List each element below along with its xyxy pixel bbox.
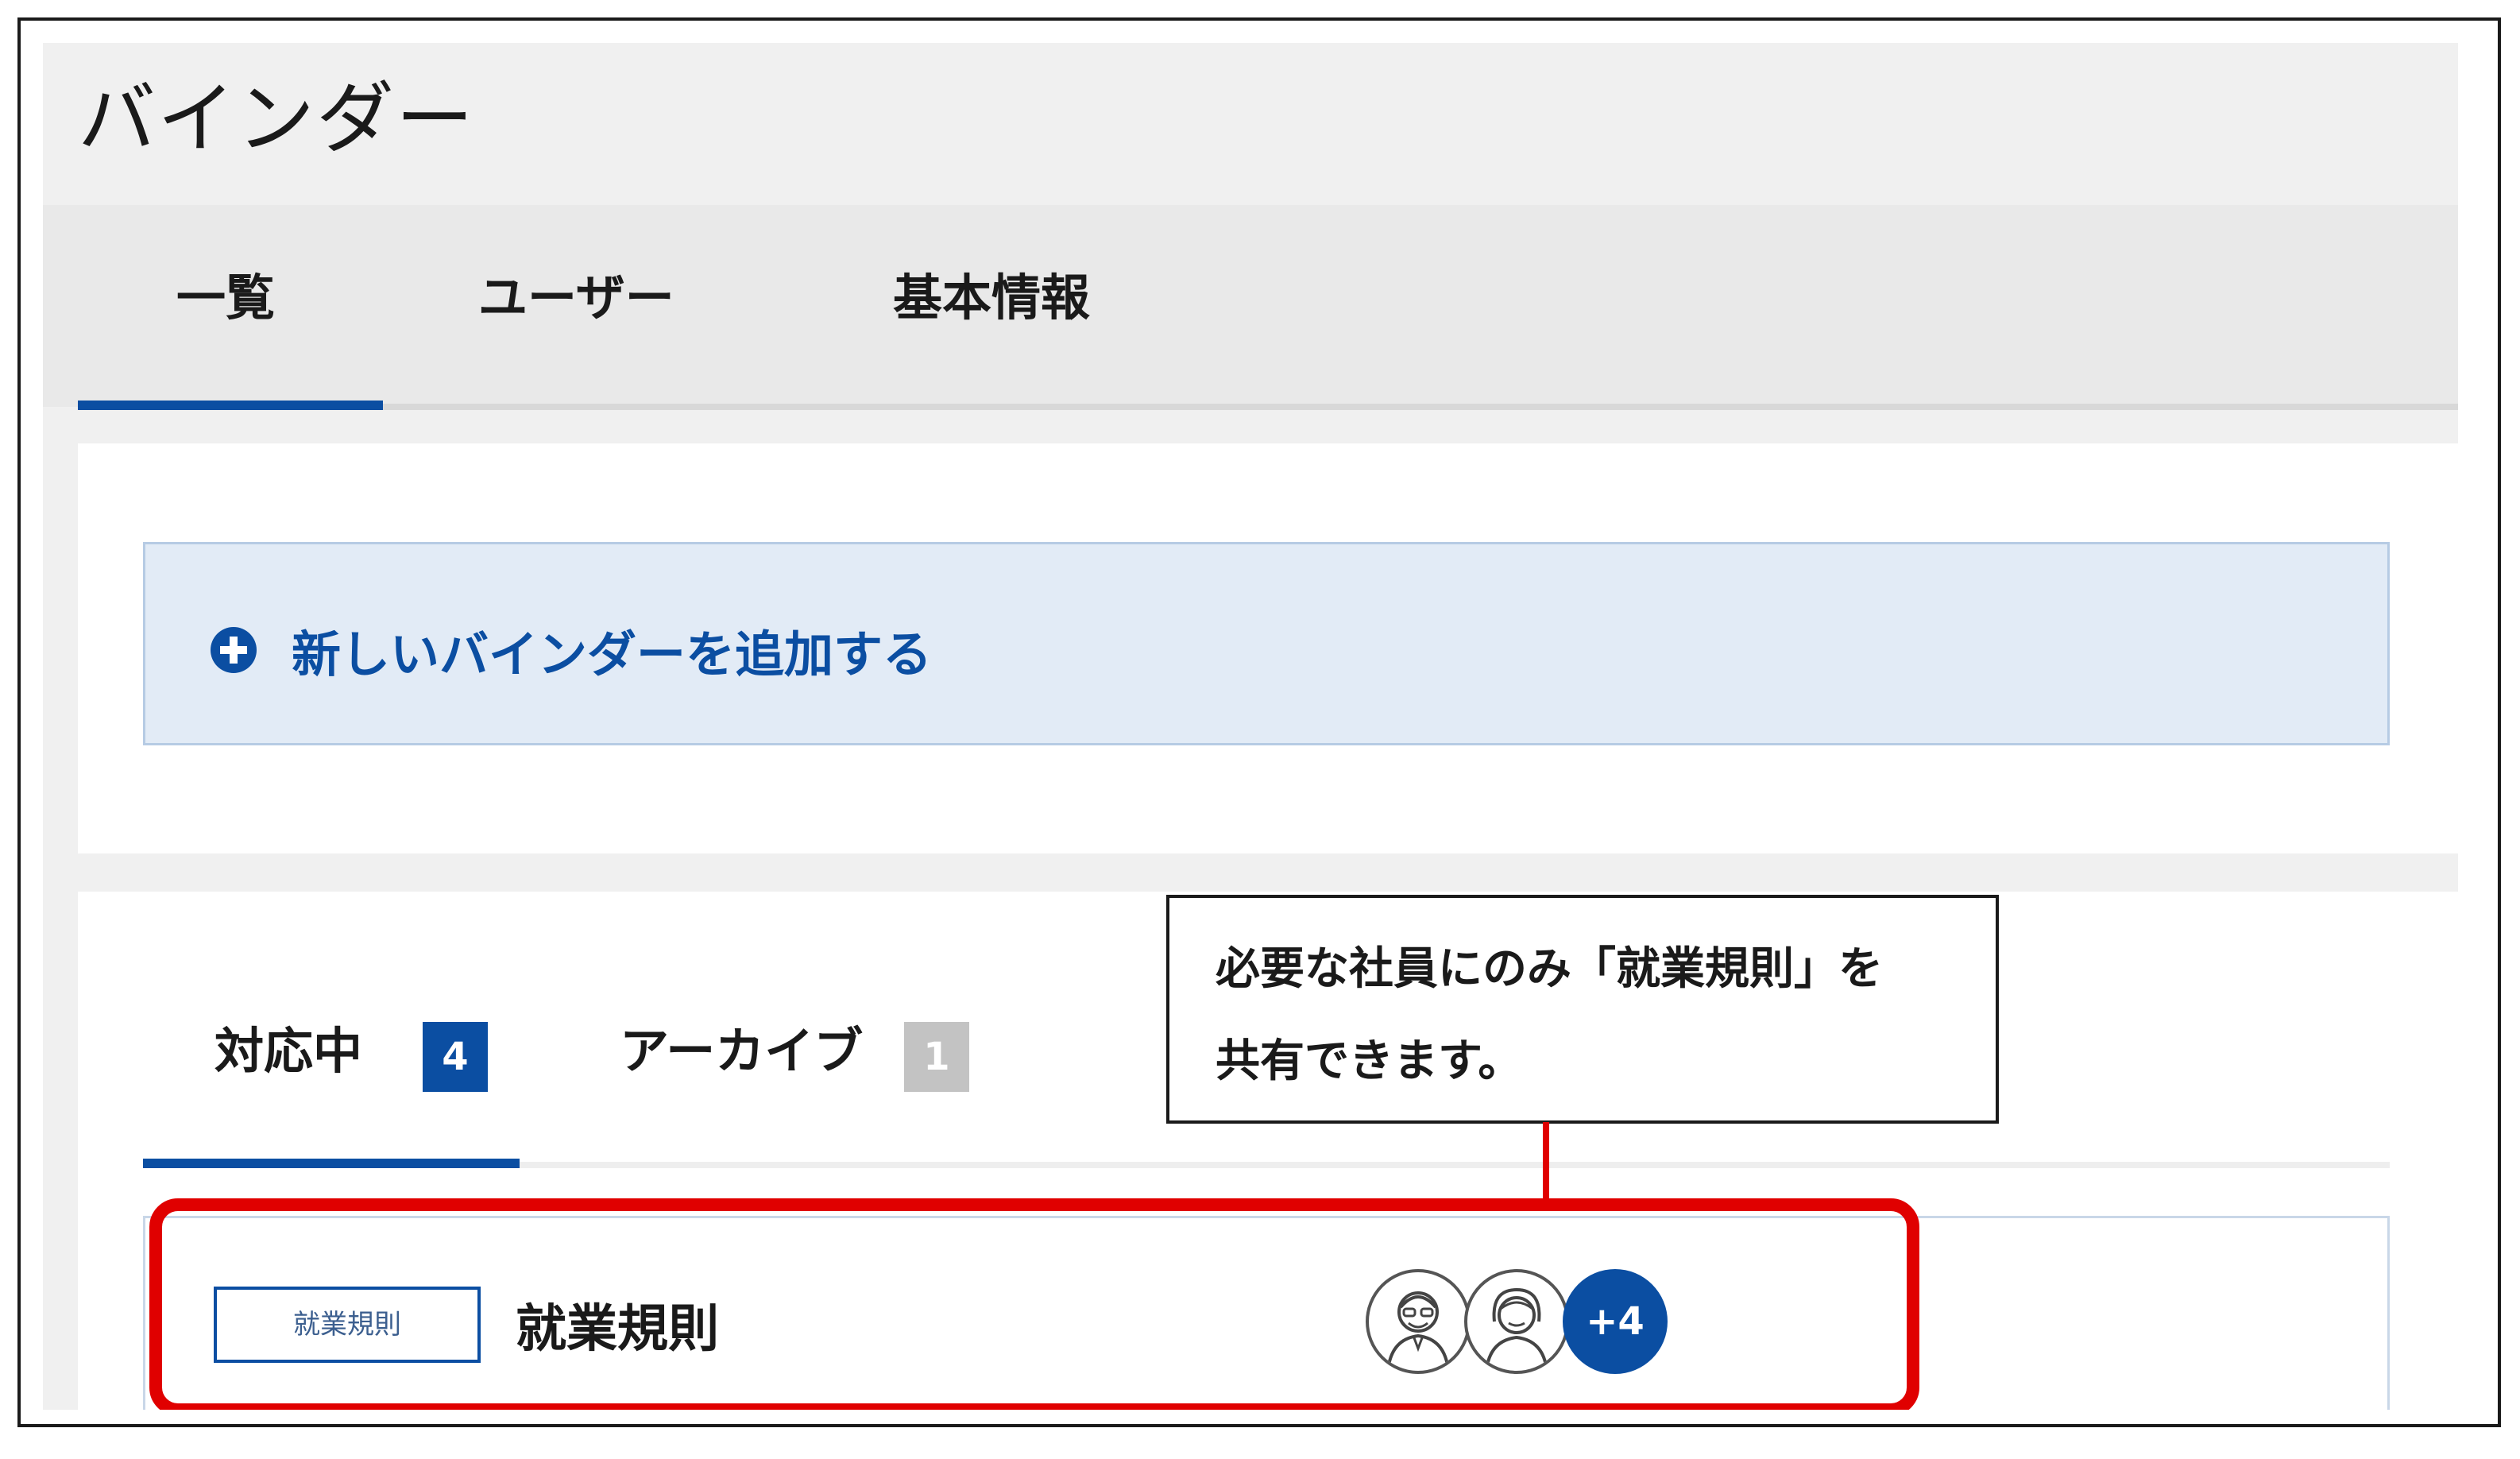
- tab-list[interactable]: 一覧: [176, 257, 275, 329]
- app-window: バインダー 一覧 ユーザー 基本情報 新しいバインダーを追加する 対応中 4 ア…: [43, 43, 2458, 1410]
- archive-count-badge: 1: [904, 1022, 969, 1092]
- tab-basic-info[interactable]: 基本情報: [893, 257, 1090, 329]
- add-binder-button[interactable]: 新しいバインダーを追加する: [143, 542, 2390, 745]
- annotation-highlight-box: [149, 1198, 1919, 1410]
- add-binder-panel: 新しいバインダーを追加する: [78, 443, 2458, 853]
- subtab-active[interactable]: 対応中: [215, 1011, 362, 1082]
- add-binder-label: 新しいバインダーを追加する: [292, 625, 933, 683]
- active-count-badge: 4: [423, 1022, 488, 1092]
- page-title: バインダー: [78, 74, 476, 164]
- callout-text-line1: 必要な社員にのみ「就業規則」を: [1216, 943, 1883, 995]
- tab-underline-track: [78, 404, 2458, 410]
- callout-text-line2: 共有できます。: [1216, 1035, 1523, 1087]
- plus-circle-icon: [211, 627, 257, 673]
- screenshot-frame: バインダー 一覧 ユーザー 基本情報 新しいバインダーを追加する 対応中 4 ア…: [17, 17, 2501, 1427]
- subtab-active-indicator: [143, 1159, 520, 1168]
- tab-active-indicator: [78, 401, 383, 410]
- callout-connector-line: [1543, 1122, 1549, 1202]
- annotation-callout: 必要な社員にのみ「就業規則」を 共有できます。: [1166, 895, 1999, 1124]
- tab-bar: [43, 205, 2458, 407]
- subtab-archive[interactable]: アーカイブ: [620, 1011, 863, 1082]
- tab-users[interactable]: ユーザー: [478, 257, 674, 329]
